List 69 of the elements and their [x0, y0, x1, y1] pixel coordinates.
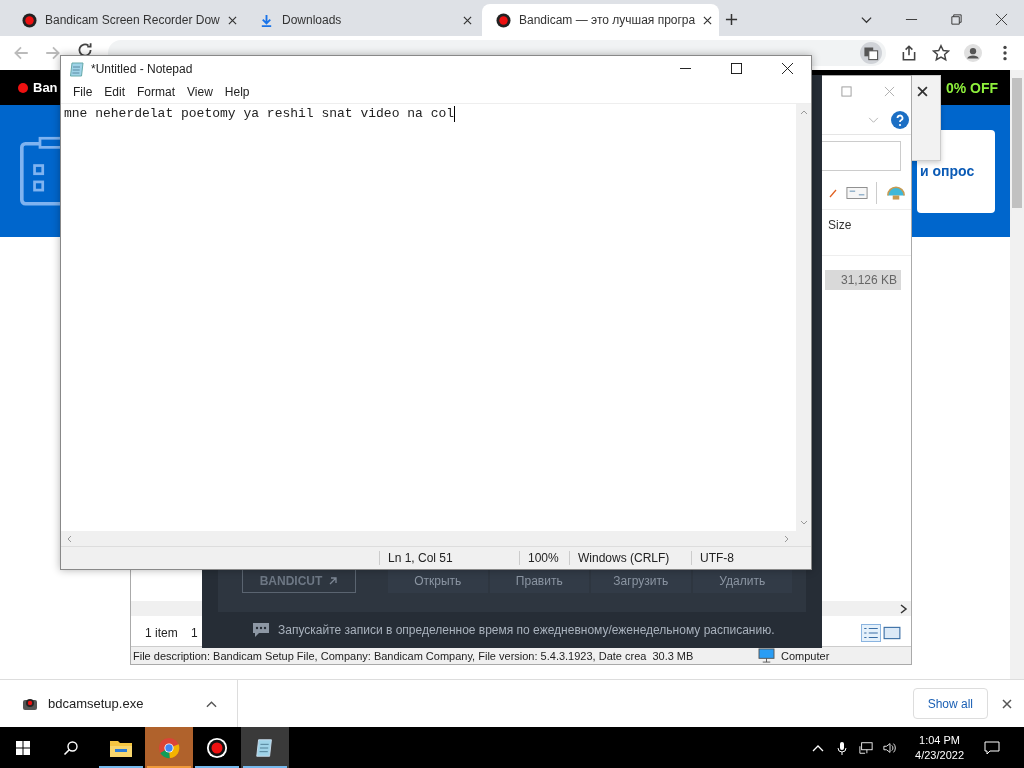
profile-icon[interactable] [964, 44, 982, 62]
status-text: File description: Bandicam Setup File, Company: Bandicam Company, File version: 5.4.3.1923, Date crea [133, 649, 647, 662]
show-all-button[interactable]: Show all [912, 688, 988, 719]
notepad-icon [69, 60, 85, 77]
shell-icon[interactable] [885, 184, 907, 202]
chat-icon [252, 622, 270, 638]
status-field: Ln 1, Col 51 [379, 551, 519, 565]
computer-icon [758, 648, 775, 663]
taskbar-app[interactable] [241, 727, 289, 768]
microphone-icon[interactable] [835, 740, 850, 755]
action-button[interactable]: Удалить [692, 569, 792, 593]
help-icon[interactable] [891, 111, 909, 129]
notifications-icon[interactable] [984, 740, 1000, 755]
external-link-icon [328, 576, 339, 586]
close-icon[interactable] [782, 63, 793, 74]
action-button[interactable]: Загрузить [591, 569, 691, 593]
details-view-icon[interactable] [861, 624, 881, 642]
translate-icon[interactable] [860, 42, 882, 64]
text-area[interactable]: mne neherdelat poetomy ya reshil snat video na col [61, 104, 796, 531]
browser-tab[interactable]: Downloads [245, 4, 482, 36]
menu-item[interactable]: Help [218, 85, 256, 99]
menu-item[interactable]: File [67, 85, 99, 99]
volume-icon[interactable] [883, 740, 898, 755]
close-icon[interactable] [1002, 698, 1012, 709]
search-icon[interactable] [63, 739, 79, 756]
clock[interactable]: 1:04 PM 4/23/2022 [915, 732, 964, 763]
close-icon[interactable] [463, 15, 472, 25]
download-icon [259, 12, 274, 28]
selection-count: 1 [191, 626, 198, 640]
close-icon[interactable] [703, 15, 713, 25]
action-button[interactable]: Открыть [388, 569, 488, 593]
forward-icon[interactable] [44, 44, 62, 62]
close-icon[interactable] [917, 86, 928, 97]
record-icon [496, 12, 511, 28]
maximize-icon[interactable] [731, 63, 742, 74]
close-icon[interactable] [995, 13, 1008, 26]
action-button[interactable]: Править [489, 569, 589, 593]
new-tab-icon[interactable] [725, 13, 738, 26]
star-icon[interactable] [932, 44, 950, 62]
caret-icon[interactable] [206, 699, 217, 708]
window-title: *Untitled - Notepad [91, 61, 193, 76]
menu-item[interactable]: Edit [98, 85, 132, 99]
promo-text: Ban [33, 80, 58, 95]
record-icon [22, 12, 37, 28]
status-field: 100% [519, 551, 569, 565]
browser-tab[interactable]: Bandicam Screen Recorder Dow [8, 4, 245, 36]
share-icon[interactable] [900, 44, 918, 62]
scrollbar[interactable] [1010, 70, 1024, 679]
scroll-right-icon[interactable] [900, 603, 908, 614]
close-icon[interactable] [227, 15, 237, 25]
status-field: Windows (CRLF) [569, 551, 691, 565]
network-icon[interactable] [859, 740, 874, 755]
status-location: Computer [781, 649, 831, 662]
menu-item[interactable]: Format [131, 85, 182, 99]
item-count: 1 item [145, 626, 179, 640]
discount-text: 0% OFF [945, 79, 998, 96]
envelope-icon[interactable] [846, 184, 868, 202]
restore-icon[interactable] [950, 13, 963, 26]
status-field: UTF-8 [691, 551, 811, 565]
tiles-view-icon[interactable] [883, 625, 901, 641]
record-icon [205, 736, 229, 759]
status-size: 30.3 MB [652, 649, 694, 662]
record-icon [18, 82, 28, 93]
chrome-icon [157, 736, 181, 759]
menu-item[interactable]: View [181, 85, 219, 99]
windows-start-icon[interactable] [15, 739, 31, 756]
browser-tab[interactable]: Bandicam — это лучшая програ [482, 4, 719, 36]
file-size-cell[interactable]: 31,126 KB [825, 270, 901, 290]
tip-text: Запускайте записи в определенное время по ежедневному/еженедельному расписанию. [278, 623, 775, 637]
